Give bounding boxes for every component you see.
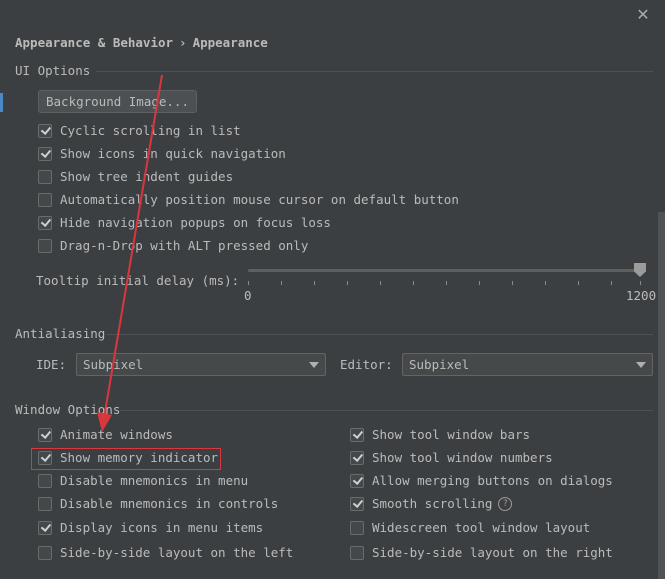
annotation-arrow-icon [97,74,163,432]
